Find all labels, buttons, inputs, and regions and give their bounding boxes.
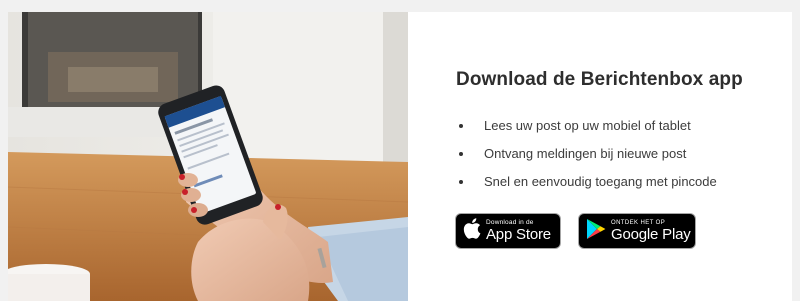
bullet-dot-icon — [459, 152, 463, 156]
feature-item: Lees uw post op uw mobiel of tablet — [456, 115, 717, 143]
google-play-badge-button[interactable]: ONTDEK HET OP Google Play — [578, 213, 696, 249]
app-store-badge-button[interactable]: Download in de App Store — [455, 213, 561, 249]
feature-list: Lees uw post op uw mobiel of tablet Ontv… — [456, 115, 717, 199]
feature-item: Ontvang meldingen bij nieuwe post — [456, 143, 717, 171]
bullet-dot-icon — [459, 124, 463, 128]
feature-item: Snel en eenvoudig toegang met pincode — [456, 171, 717, 199]
promo-title: Download de Berichtenbox app — [456, 69, 743, 90]
google-play-icon — [586, 218, 606, 245]
promo-photo — [8, 12, 408, 301]
bullet-dot-icon — [459, 180, 463, 184]
apple-icon — [463, 218, 481, 244]
feature-text: Ontvang meldingen bij nieuwe post — [484, 146, 687, 161]
app-store-badge-label: App Store — [486, 226, 551, 244]
feature-text: Snel en eenvoudig toegang met pincode — [484, 174, 717, 189]
app-promo-card: Download de Berichtenbox app Lees uw pos… — [8, 12, 792, 301]
google-play-badge-label: Google Play — [611, 226, 691, 243]
feature-text: Lees uw post op uw mobiel of tablet — [484, 118, 691, 133]
promo-info: Download de Berichtenbox app Lees uw pos… — [408, 12, 792, 301]
store-badges: Download in de App Store ONTDEK HET OP G… — [455, 213, 696, 249]
hands-holding-phone-image — [8, 12, 408, 301]
